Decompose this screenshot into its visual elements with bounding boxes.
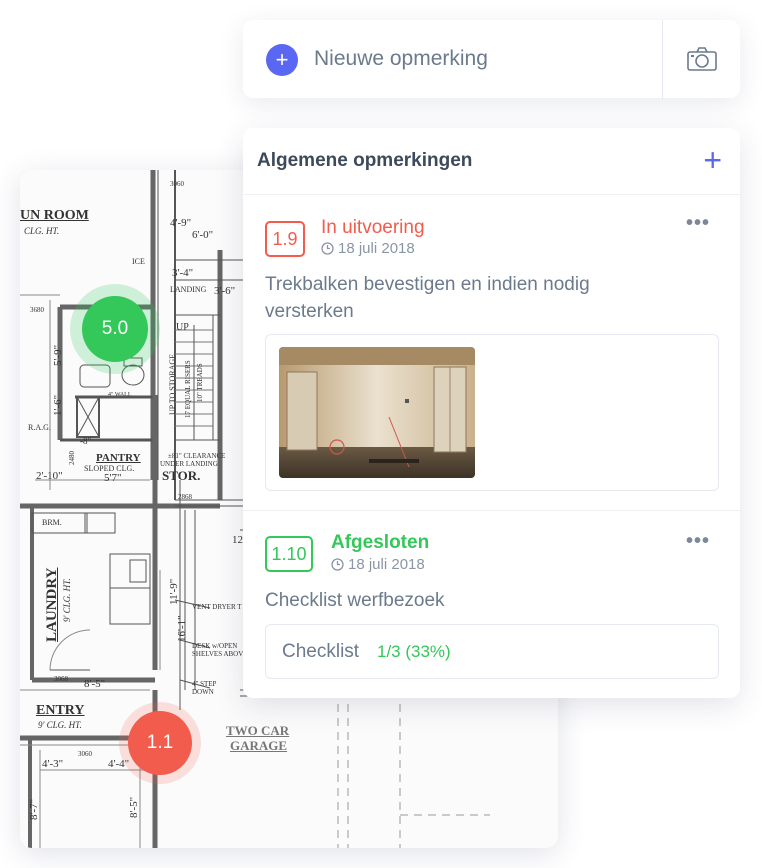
dimension-label: 2'-10" [36, 470, 63, 482]
dimension-label: 4'-3" [42, 758, 64, 770]
add-remark-button[interactable]: + [703, 144, 722, 176]
clock-icon [331, 558, 344, 571]
more-icon[interactable]: ••• [686, 212, 710, 235]
plan-note: 17 EQUAL RISERS [184, 360, 192, 418]
plan-note: DOWN [192, 688, 214, 696]
remark-photo[interactable] [279, 347, 475, 478]
plan-note: UP [176, 322, 189, 333]
plus-icon: + [703, 142, 722, 178]
new-remark-bar: + Nieuwe opmerking [243, 20, 740, 98]
status-label: Afgesloten [331, 532, 430, 553]
checklist-progress: 1/3 (33%) [377, 642, 451, 661]
plan-note: LANDING [170, 285, 207, 294]
remark-marker-1-1[interactable]: 1.1 [128, 711, 192, 775]
plan-note: 4" STEP [192, 680, 217, 688]
room-sublabel: 9' CLG. HT. [62, 578, 72, 622]
dimension-label: 4'-9" [170, 217, 192, 229]
dimension-label: 5'7" [104, 472, 122, 484]
plan-note: DESK w/OPEN [192, 642, 238, 650]
dimension-label: 6'-0" [192, 229, 214, 241]
checklist-box[interactable]: Checklist 1/3 (33%) [265, 624, 719, 679]
dimension-label: 3'-6" [214, 285, 236, 297]
plan-note: BRM. [42, 518, 62, 527]
remark-id-badge: 1.10 [265, 536, 313, 572]
room-label-laundry: LAUNDRY [44, 567, 60, 642]
plan-note: VENT DRYER T [192, 603, 242, 611]
room-sublabel: 9' CLG. HT. [38, 720, 82, 730]
plan-note: ±81" CLEARANCE [168, 452, 226, 460]
status-label: In uitvoering [321, 217, 425, 238]
plan-note: SHELVES ABOVE [192, 650, 248, 658]
new-remark-button[interactable]: Nieuwe opmerking [314, 47, 488, 71]
camera-button[interactable] [663, 20, 740, 98]
plan-note: 2868 [178, 493, 192, 501]
panel-title: Algemene opmerkingen [257, 150, 473, 171]
marker-label: 1.1 [146, 732, 174, 753]
date-text: 18 juli 2018 [338, 240, 415, 257]
plus-icon[interactable]: + [266, 44, 298, 76]
plan-note: UNDER LANDING [160, 460, 218, 468]
clock-icon [321, 242, 334, 255]
remark-date: 18 juli 2018 [321, 240, 415, 257]
plan-note: 10" TREADS [196, 363, 204, 402]
dimension-label: 5'-9" [52, 344, 64, 366]
room-label-sun-room: UN ROOM [20, 208, 89, 223]
room-photo-image [279, 347, 475, 478]
plan-note: 3060 [78, 750, 92, 758]
plan-note: R.A.G. [28, 423, 51, 432]
dimension-label: 3'-4" [172, 267, 194, 279]
dimension-label: 8'-7" [28, 798, 40, 820]
room-label-pantry: PANTRY [96, 452, 141, 464]
room-label-stor: STOR. [162, 468, 201, 483]
remark-description: Checklist werfbezoek [265, 590, 445, 611]
plan-note: 3068 [54, 675, 68, 683]
dimension-label: 1'-6" [52, 394, 64, 416]
dimension-label: -8" [80, 436, 92, 446]
remark-description: Trekbalken bevestigen en indien nodig ve… [265, 274, 590, 322]
attachment-box [265, 334, 719, 491]
plan-note: ICE [132, 257, 145, 266]
dimension-label: 12 [232, 534, 243, 546]
checklist-label: Checklist [282, 641, 360, 662]
room-label-garage: TWO CAR [226, 723, 290, 738]
plan-note: 3060 [170, 180, 184, 188]
plan-note: 4" WALL [108, 392, 132, 398]
remark-marker-5-0[interactable]: 5.0 [82, 296, 148, 362]
dimension-label: 11'-9" [168, 578, 180, 605]
more-icon[interactable]: ••• [686, 530, 710, 553]
panel-header: Algemene opmerkingen + [243, 128, 740, 195]
date-text: 18 juli 2018 [348, 556, 425, 573]
remark-date: 18 juli 2018 [331, 556, 425, 573]
room-label-entry: ENTRY [36, 703, 85, 718]
room-label-garage-2: GARAGE [230, 738, 288, 753]
dimension-label: 8'-5" [84, 678, 106, 690]
room-sublabel: CLG. HT. [24, 226, 60, 236]
camera-icon [686, 47, 717, 71]
plan-note: UP TO STORAGE [168, 353, 177, 415]
dimension-label: 16'-1" [176, 615, 188, 642]
marker-label: 5.0 [101, 318, 129, 339]
plan-note: 3680 [30, 306, 44, 314]
plan-note: 2480 [68, 451, 76, 465]
dimension-label: 4'-4" [108, 758, 130, 770]
dimension-label: 8'-5" [128, 796, 140, 818]
remark-id-badge: 1.9 [265, 221, 305, 257]
remarks-panel: Algemene opmerkingen + 1.9 In uitvoering… [243, 128, 740, 698]
divider [243, 510, 740, 511]
